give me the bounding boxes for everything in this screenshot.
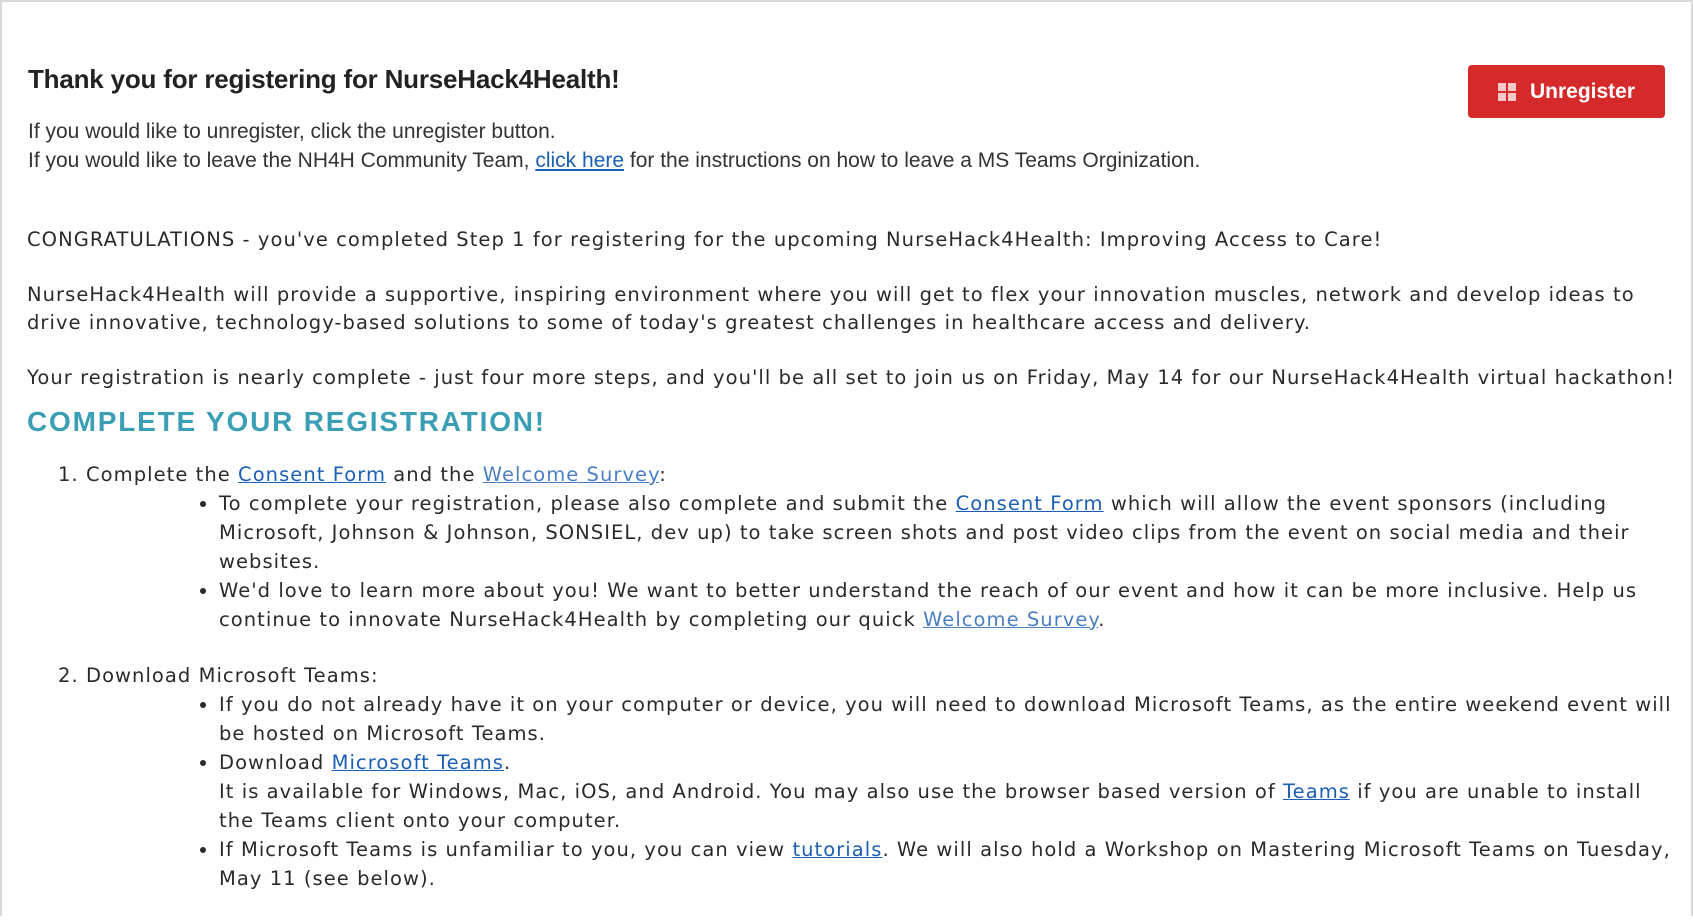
nearly-complete-text: Your registration is nearly complete - j… — [27, 366, 1676, 389]
step2-bullets: If you do not already have it on your co… — [86, 690, 1677, 893]
consent-form-link-2[interactable]: Consent Form — [956, 492, 1104, 515]
unregister-button[interactable]: Unregister — [1468, 65, 1665, 118]
list-item: If you do not already have it on your co… — [219, 690, 1677, 748]
list-item: Download Microsoft Teams.It is available… — [219, 748, 1677, 835]
tutorials-link[interactable]: tutorials — [792, 838, 882, 861]
microsoft-teams-link[interactable]: Microsoft Teams — [332, 751, 504, 774]
list-item: If Microsoft Teams is unfamiliar to you,… — [219, 835, 1677, 893]
welcome-survey-link[interactable]: Welcome Survey — [483, 463, 660, 486]
registration-steps: Complete the Consent Form and the Welcom… — [27, 460, 1677, 893]
unregister-instructions: If you would like to unregister, click t… — [28, 120, 556, 143]
leave-team-link[interactable]: click here — [535, 149, 624, 172]
registration-body: CONGRATULATIONS - you've completed Step … — [27, 226, 1677, 920]
teams-web-link[interactable]: Teams — [1283, 780, 1350, 803]
page-frame: Thank you for registering for NurseHack4… — [0, 0, 1693, 916]
step1-bullets: To complete your registration, please al… — [86, 489, 1677, 634]
page-title: Thank you for registering for NurseHack4… — [28, 64, 620, 94]
leave-team-instructions: If you would like to leave the NH4H Comm… — [28, 149, 1201, 172]
consent-form-link[interactable]: Consent Form — [238, 463, 386, 486]
congrats-text: CONGRATULATIONS - you've completed Step … — [27, 228, 1383, 251]
registration-header: Thank you for registering for NurseHack4… — [28, 64, 1200, 175]
unregister-button-label: Unregister — [1529, 79, 1636, 103]
description-text: NurseHack4Health will provide a supporti… — [27, 283, 1635, 334]
step-download-teams: Download Microsoft Teams: If you do not … — [86, 661, 1677, 893]
intro-text: If you would like to unregister, click t… — [28, 117, 1200, 175]
section-heading: COMPLETE YOUR REGISTRATION! — [27, 406, 546, 437]
welcome-survey-link-2[interactable]: Welcome Survey — [923, 608, 1098, 631]
list-item: To complete your registration, please al… — [219, 489, 1677, 576]
windows-icon — [1497, 82, 1516, 101]
list-item: We'd love to learn more about you! We wa… — [219, 576, 1677, 634]
step-consent-survey: Complete the Consent Form and the Welcom… — [86, 460, 1677, 634]
